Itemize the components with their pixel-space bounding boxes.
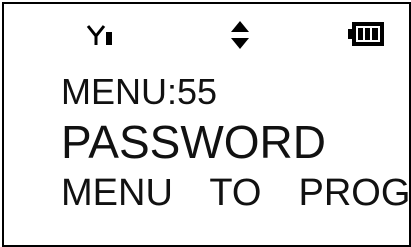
screen-title: PASSWORD bbox=[61, 116, 326, 168]
signal-antenna-icon bbox=[86, 25, 112, 45]
instruction-text: MENU TO PROG bbox=[61, 172, 411, 214]
battery-icon bbox=[348, 22, 384, 46]
menu-number-label: MENU:55 bbox=[61, 71, 218, 112]
up-down-arrows-icon bbox=[231, 21, 249, 49]
status-bar bbox=[4, 4, 409, 52]
lcd-screen: MENU:55 PASSWORD MENU TO PROG bbox=[2, 2, 411, 247]
